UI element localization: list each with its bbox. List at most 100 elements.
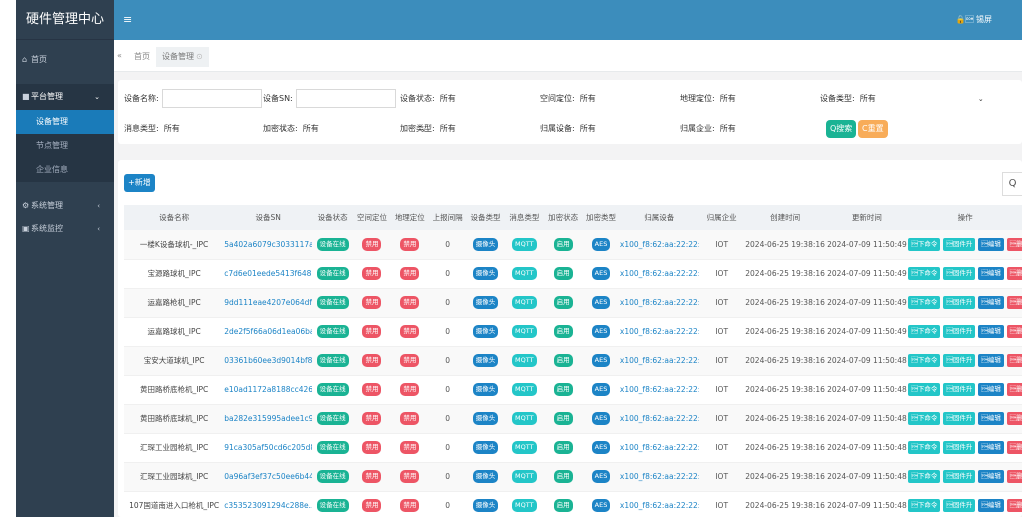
send-command-button[interactable]: 下命令 xyxy=(908,470,941,483)
owner-device-cell[interactable]: x100_f8:62:aa:22:22:... xyxy=(619,404,699,434)
search-icon[interactable]: Q xyxy=(1002,172,1022,196)
created-time-cell: 2024-06-25 19:38:16 xyxy=(744,462,826,492)
enc-badge: 启用 xyxy=(553,383,573,396)
tab-home[interactable]: 首页 xyxy=(128,47,156,67)
sidebar-item-node[interactable]: 节点管理 xyxy=(16,134,114,158)
created-time-cell: 2024-06-25 19:38:16 xyxy=(744,346,826,376)
device-sn-cell[interactable]: 2de2f5f66a06d1ea06ba... xyxy=(224,317,313,347)
device-name-input[interactable] xyxy=(161,89,262,108)
send-command-button[interactable]: 下命令 xyxy=(908,325,941,338)
msg-badge-cell: MQTT xyxy=(504,317,545,347)
geo-badge-cell: 禁用 xyxy=(390,230,429,260)
owner-device-cell[interactable]: x100_f8:62:aa:22:22:... xyxy=(619,462,699,492)
status-badge-cell: 设备在线 xyxy=(312,491,354,517)
search-button[interactable]: Q搜索 xyxy=(826,120,857,138)
table-row: 汇琛工业园枪机_IPC91ca305af50cd6c205d8...设备在线禁用… xyxy=(124,433,1022,463)
device-sn-cell[interactable]: ba282e315995adee1c92... xyxy=(224,404,313,434)
edit-button[interactable]: 编辑 xyxy=(978,267,1004,280)
delete-button[interactable]: 删除 xyxy=(1006,325,1022,338)
send-command-button[interactable]: 下命令 xyxy=(908,499,941,512)
user-menu[interactable]: 🔒 锡屏 xyxy=(955,14,992,25)
reset-button[interactable]: C重置 xyxy=(858,120,888,138)
delete-button[interactable]: 删除 xyxy=(1006,383,1022,396)
edit-button[interactable]: 编辑 xyxy=(978,296,1004,309)
device-sn-cell[interactable]: 5a402a6079c3033117a8... xyxy=(224,230,313,260)
tab-device-management[interactable]: 设备管理 ⊙ xyxy=(156,47,209,67)
device-sn-cell[interactable]: e10ad1172a8188cc426d... xyxy=(224,375,313,405)
column-header: 加密状态 xyxy=(544,205,583,230)
delete-button[interactable]: 删除 xyxy=(1006,237,1022,251)
send-command-button[interactable]: 下命令 xyxy=(908,412,941,425)
created-time-cell: 2024-06-25 19:38:16 xyxy=(744,433,826,463)
delete-button[interactable]: 删除 xyxy=(1006,470,1022,483)
delete-button[interactable]: 删除 xyxy=(1006,296,1022,309)
send-command-button[interactable]: 下命令 xyxy=(908,237,941,251)
sidebar-item-platform[interactable]: ■ 平台管理 ⌄ xyxy=(16,84,114,110)
filter-sn: 设备SN: xyxy=(263,89,396,108)
firmware-upgrade-button[interactable]: 固件升 xyxy=(943,441,976,454)
edit-button[interactable]: 编辑 xyxy=(978,441,1004,454)
delete-button[interactable]: 删除 xyxy=(1006,267,1022,280)
edit-button[interactable]: 编辑 xyxy=(978,325,1004,338)
owner-device-cell[interactable]: x100_f8:62:aa:22:22:... xyxy=(619,259,699,289)
edit-button[interactable]: 编辑 xyxy=(978,237,1004,251)
delete-button[interactable]: 删除 xyxy=(1006,354,1022,367)
delete-button[interactable]: 删除 xyxy=(1006,412,1022,425)
company-cell: IOT xyxy=(698,230,745,260)
enctype-badge: AES xyxy=(591,267,611,280)
type-select[interactable]: 所有 ⌄ xyxy=(857,89,986,108)
menu-toggle-icon[interactable]: ≡ xyxy=(123,13,132,26)
firmware-upgrade-button[interactable]: 固件升 xyxy=(943,237,976,251)
device-sn-cell[interactable]: c7d6e01eede5413f6480... xyxy=(224,259,313,289)
owner-device-cell[interactable]: x100_f8:62:aa:22:22:... xyxy=(619,346,699,376)
sidebar-item-home[interactable]: ⌂ 首页 xyxy=(16,48,114,72)
firmware-upgrade-button[interactable]: 固件升 xyxy=(943,470,976,483)
device-sn-cell[interactable]: 0a96af3ef37c50ee6b44... xyxy=(224,462,313,492)
send-command-button[interactable]: 下命令 xyxy=(908,267,941,280)
msg-badge-cell: MQTT xyxy=(504,375,545,405)
updated-time-cell: 2024-07-09 11:50:49 xyxy=(825,317,909,347)
owner-device-cell[interactable]: x100_f8:62:aa:22:22:... xyxy=(619,491,699,517)
type-badge: 摄像头 xyxy=(472,354,499,367)
send-command-button[interactable]: 下命令 xyxy=(908,441,941,454)
space-badge-cell: 禁用 xyxy=(353,433,391,463)
firmware-upgrade-button[interactable]: 固件升 xyxy=(943,354,976,367)
delete-button[interactable]: 删除 xyxy=(1006,441,1022,454)
firmware-upgrade-button[interactable]: 固件升 xyxy=(943,383,976,396)
edit-button[interactable]: 编辑 xyxy=(978,499,1004,512)
firmware-upgrade-button[interactable]: 固件升 xyxy=(943,325,976,338)
firmware-upgrade-button[interactable]: 固件升 xyxy=(943,267,976,280)
edit-button[interactable]: 编辑 xyxy=(978,354,1004,367)
close-icon[interactable]: ⊙ xyxy=(196,52,203,61)
owner-device-cell[interactable]: x100_f8:62:aa:22:22:... xyxy=(619,230,699,260)
device-sn-cell[interactable]: 9dd111eae4207e064dff... xyxy=(224,288,313,318)
owner-device-cell[interactable]: x100_f8:62:aa:22:22:... xyxy=(619,317,699,347)
sidebar-item-monitor[interactable]: ▣ 系统监控 ‹ xyxy=(16,218,114,240)
filter-company: 归属企业:所有⌄ xyxy=(680,119,846,138)
edit-button[interactable]: 编辑 xyxy=(978,470,1004,483)
firmware-upgrade-button[interactable]: 固件升 xyxy=(943,499,976,512)
sidebar-item-system[interactable]: ⚙ 系统管理 ‹ xyxy=(16,194,114,218)
edit-button[interactable]: 编辑 xyxy=(978,412,1004,425)
tab-scroll-left[interactable]: « xyxy=(117,51,122,60)
delete-button[interactable]: 删除 xyxy=(1006,499,1022,512)
sidebar-item-company[interactable]: 企业信息 xyxy=(16,158,114,182)
firmware-upgrade-button[interactable]: 固件升 xyxy=(943,412,976,425)
owner-device-cell[interactable]: x100_f8:62:aa:22:22:... xyxy=(619,433,699,463)
add-device-button[interactable]: +新增 xyxy=(124,174,155,192)
owner-device-cell[interactable]: x100_f8:62:aa:22:22:... xyxy=(619,375,699,405)
send-command-button[interactable]: 下命令 xyxy=(908,296,941,309)
enctype-badge-cell: AES xyxy=(582,230,620,260)
send-command-button[interactable]: 下命令 xyxy=(908,383,941,396)
owner-device-cell[interactable]: x100_f8:62:aa:22:22:... xyxy=(619,288,699,318)
device-sn-cell[interactable]: 91ca305af50cd6c205d8... xyxy=(224,433,313,463)
device-sn-input[interactable] xyxy=(295,89,396,108)
sidebar-item-device[interactable]: 设备管理 xyxy=(16,110,114,134)
send-command-button[interactable]: 下命令 xyxy=(908,354,941,367)
device-sn-cell[interactable]: c353523091294c288e... xyxy=(224,491,313,517)
edit-button[interactable]: 编辑 xyxy=(978,383,1004,396)
firmware-upgrade-button[interactable]: 固件升 xyxy=(943,296,976,309)
interval-cell: 0 xyxy=(428,288,467,318)
space-badge-cell: 禁用 xyxy=(353,317,391,347)
device-sn-cell[interactable]: 03361b60ee3d9014bf89... xyxy=(224,346,313,376)
